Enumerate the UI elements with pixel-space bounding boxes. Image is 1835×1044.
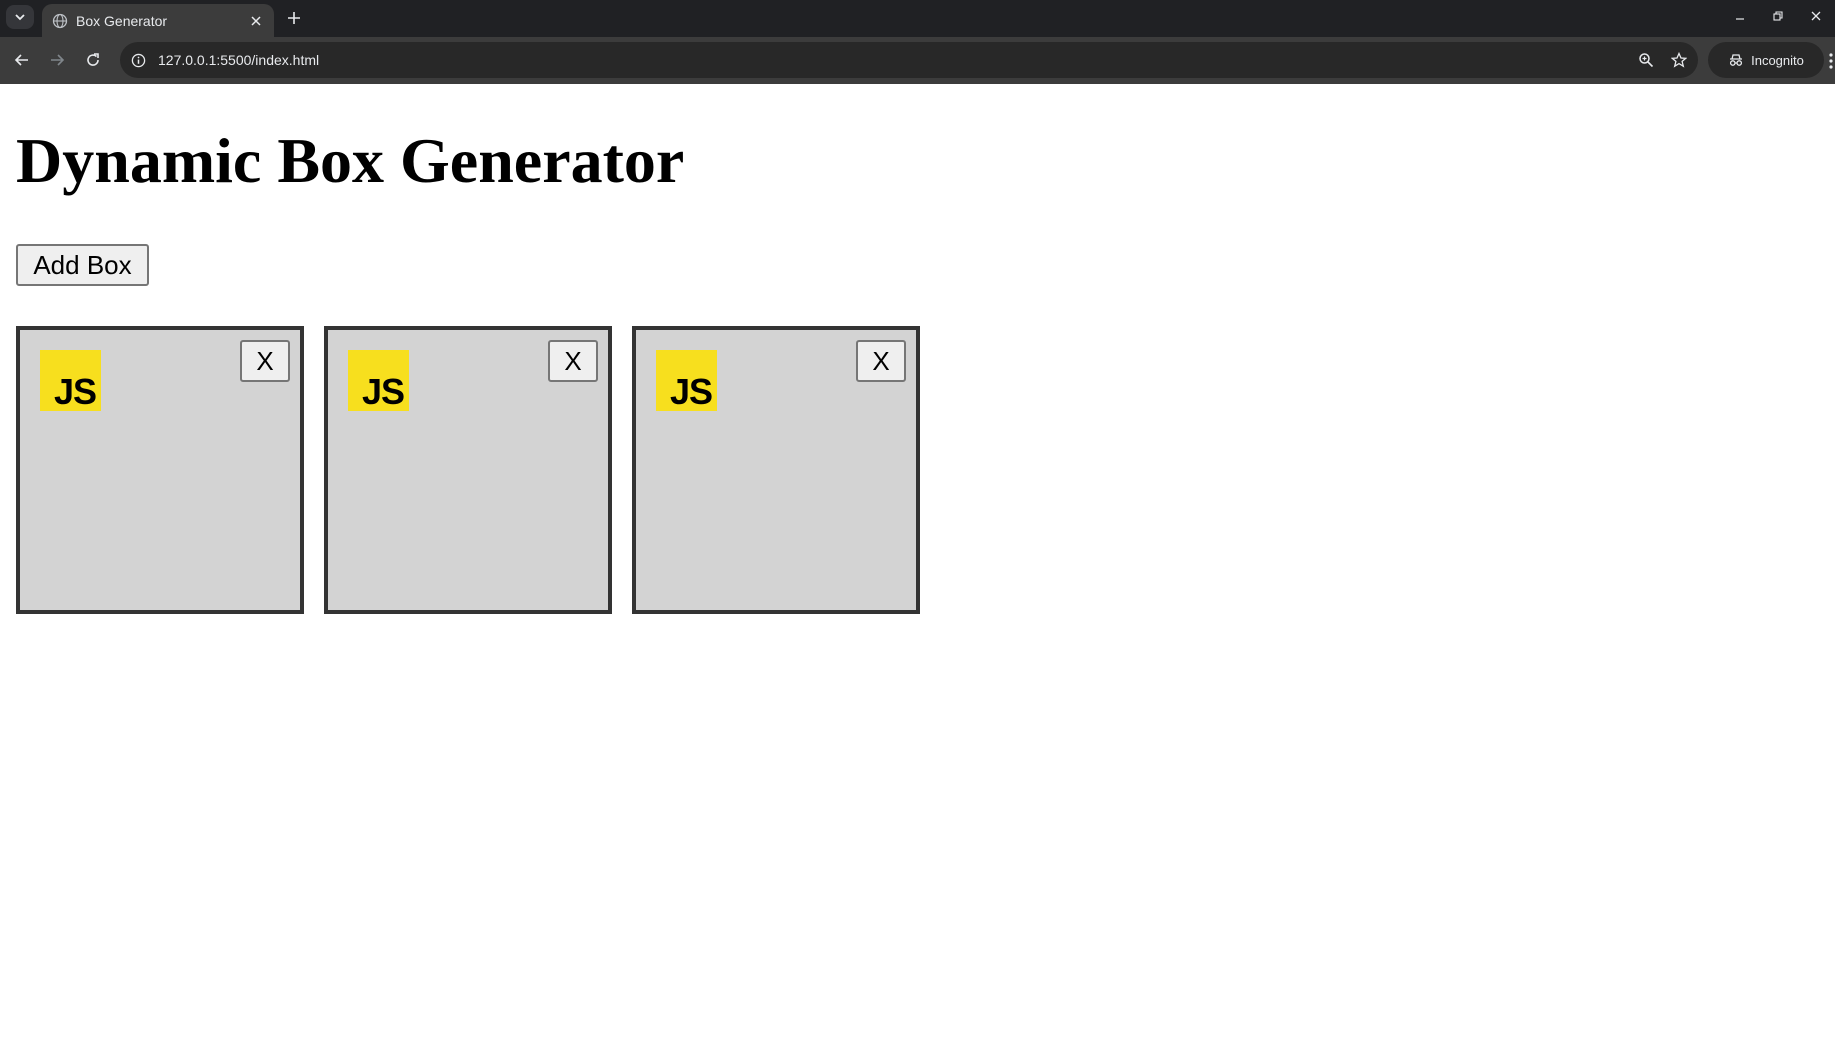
restore-icon	[1773, 11, 1783, 21]
browser-tab-strip: Box Generator	[0, 0, 1835, 37]
arrow-right-icon	[51, 54, 65, 66]
remove-box-button[interactable]: X	[856, 340, 906, 382]
tab-title: Box Generator	[76, 12, 168, 29]
window-controls	[1721, 0, 1835, 32]
incognito-indicator[interactable]: Incognito	[1708, 42, 1824, 78]
globe-icon	[52, 13, 68, 29]
incognito-icon	[1730, 54, 1743, 66]
url-text[interactable]: 127.0.0.1:5500/index.html	[158, 52, 1632, 68]
arrow-left-icon	[14, 54, 28, 66]
restore-button[interactable]	[1759, 0, 1797, 32]
js-logo-text: JS	[669, 371, 713, 412]
window-close-button[interactable]	[1797, 0, 1835, 32]
minimize-icon	[1736, 18, 1744, 20]
site-info-button[interactable]	[126, 48, 150, 72]
js-logo-text: JS	[361, 371, 405, 412]
tab-search-button[interactable]	[6, 5, 34, 29]
kebab-menu-icon	[1828, 53, 1833, 69]
info-icon	[131, 53, 145, 67]
add-box-button[interactable]: Add Box	[16, 244, 149, 286]
minimize-button[interactable]	[1721, 0, 1759, 32]
generated-box: JS X	[324, 326, 612, 614]
zoom-icon	[1639, 53, 1654, 68]
js-logo-icon: JS	[40, 350, 101, 411]
remove-box-button[interactable]: X	[548, 340, 598, 382]
reload-button[interactable]	[80, 47, 106, 73]
generated-box: JS X	[632, 326, 920, 614]
remove-box-button[interactable]: X	[240, 340, 290, 382]
browser-tab[interactable]: Box Generator	[42, 4, 274, 37]
page-title: Dynamic Box Generator	[16, 125, 685, 196]
zoom-button[interactable]	[1632, 46, 1660, 74]
tab-close-button[interactable]	[248, 13, 264, 29]
address-bar[interactable]: 127.0.0.1:5500/index.html	[120, 42, 1698, 78]
js-logo-icon: JS	[656, 350, 717, 411]
reload-icon	[87, 53, 99, 66]
browser-menu-button[interactable]	[1826, 51, 1835, 71]
plus-icon	[288, 12, 300, 24]
js-logo-icon: JS	[348, 350, 409, 411]
js-logo-text: JS	[53, 371, 97, 412]
bookmark-button[interactable]	[1665, 46, 1693, 74]
close-icon	[1811, 11, 1821, 21]
incognito-label: Incognito	[1751, 52, 1804, 68]
generated-box: JS X	[16, 326, 304, 614]
new-tab-button[interactable]	[282, 6, 306, 30]
chevron-down-icon	[15, 14, 25, 21]
browser-toolbar: 127.0.0.1:5500/index.html Incognito	[0, 37, 1835, 84]
forward-button[interactable]	[44, 47, 70, 73]
star-icon	[1671, 52, 1687, 68]
back-button[interactable]	[9, 47, 35, 73]
close-icon	[251, 15, 261, 26]
page-content: Dynamic Box Generator Add Box JS X JS X …	[0, 84, 1835, 1044]
